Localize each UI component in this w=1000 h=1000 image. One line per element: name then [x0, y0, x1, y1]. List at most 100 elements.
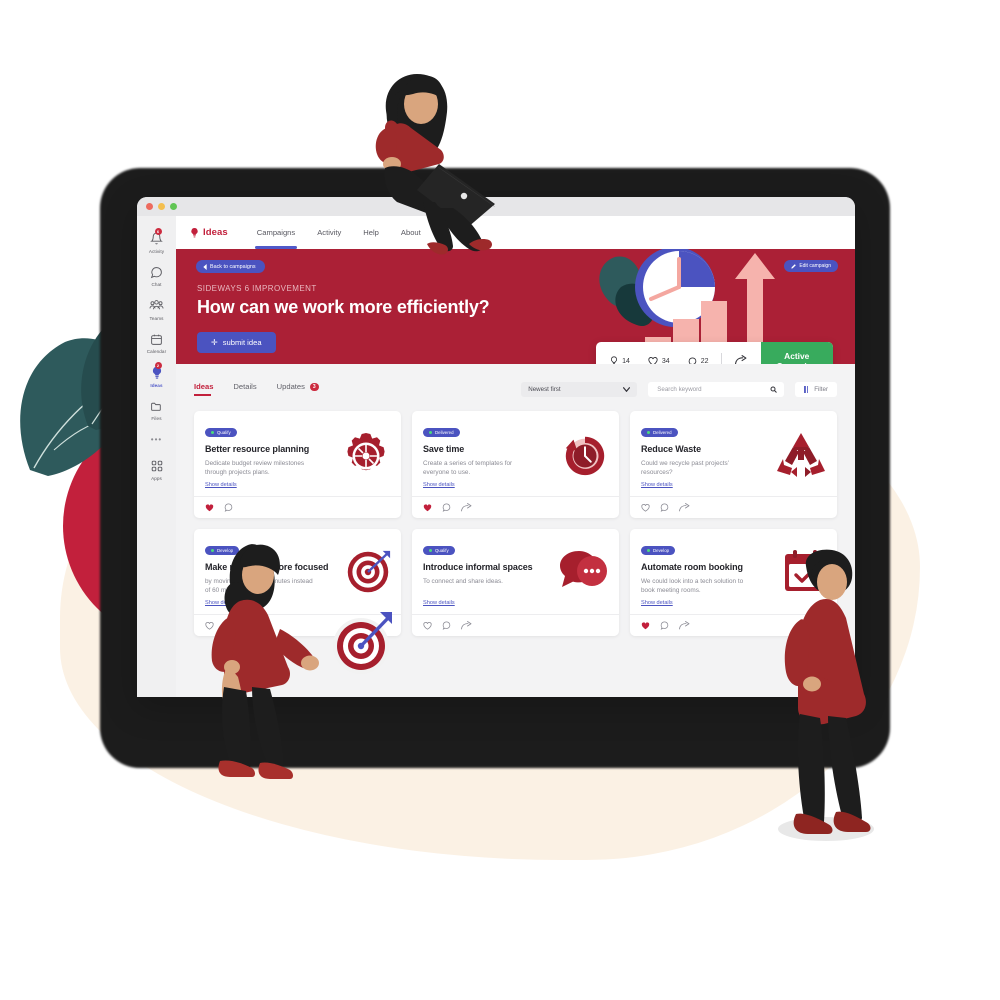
window-minimize-button[interactable]: [158, 203, 165, 210]
idea-card-body: Qualify Introduce informal spaces To con…: [412, 529, 619, 614]
campaign-stats-bar: 14 34 22 Active: [596, 342, 833, 364]
stat-likes[interactable]: 34: [639, 356, 679, 365]
show-details-link[interactable]: Show details: [423, 482, 455, 488]
sort-dropdown[interactable]: Newest first: [521, 381, 638, 397]
sidebar-item-apps[interactable]: Apps: [137, 452, 176, 486]
chat-icon: [149, 265, 165, 280]
chevron-down-icon: [623, 386, 631, 392]
idea-card-body: Delivered Save time Create a series of t…: [412, 411, 619, 496]
show-details-link[interactable]: Show details: [641, 600, 673, 606]
sidebar-badge-ideas: 2: [154, 362, 162, 369]
search-input[interactable]: [655, 384, 760, 394]
share-button[interactable]: [461, 621, 472, 630]
idea-card-body: Delivered Reduce Waste Could we recycle …: [630, 411, 837, 496]
show-details-link[interactable]: Show details: [205, 482, 237, 488]
sidebar-label-files: Files: [151, 416, 162, 421]
lightbulb-icon: 2: [149, 362, 165, 380]
window-close-button[interactable]: [146, 203, 153, 210]
share-button[interactable]: [679, 621, 690, 630]
like-button[interactable]: [641, 503, 650, 512]
comment-button[interactable]: [224, 503, 233, 512]
brand-logo[interactable]: Ideas: [190, 227, 228, 239]
like-button[interactable]: [423, 621, 432, 630]
sidebar-item-more[interactable]: •••: [137, 426, 176, 452]
clock-icon: [565, 436, 605, 476]
recycle-icon: [777, 433, 825, 477]
tab-details[interactable]: Details: [233, 382, 256, 396]
stat-comments[interactable]: 22: [679, 356, 718, 364]
stat-likes-value: 34: [661, 357, 670, 365]
sidebar-item-files[interactable]: Files: [137, 393, 176, 427]
idea-card-body: Qualify Better resource planning Dedicat…: [194, 411, 401, 496]
idea-description: Create a series of templates for everyon…: [423, 460, 513, 477]
status-badge: Qualify: [423, 546, 455, 555]
stat-ideas[interactable]: 14: [596, 356, 639, 364]
apps-icon: [149, 458, 165, 473]
status-dot-icon: [647, 431, 650, 434]
chevron-left-icon: [203, 263, 207, 270]
stats-divider: [720, 352, 722, 364]
share-campaign-button[interactable]: [725, 352, 761, 364]
idea-card-footer: [412, 496, 619, 518]
sidebar-item-activity[interactable]: 6 Activity: [137, 225, 176, 259]
nav-link-campaigns[interactable]: Campaigns: [246, 216, 306, 249]
sort-dropdown-value: Newest first: [528, 385, 561, 393]
back-to-campaigns-button[interactable]: Back to campaigns: [196, 260, 265, 273]
sidebar-label-chat: Chat: [151, 282, 162, 287]
idea-card[interactable]: Qualify Better resource planning Dedicat…: [194, 411, 401, 518]
edit-campaign-button[interactable]: Edit campaign: [784, 260, 838, 272]
like-button[interactable]: [423, 503, 432, 512]
status-badge-label: Develop: [653, 548, 670, 553]
teams-icon: [149, 298, 165, 313]
window-maximize-button[interactable]: [170, 203, 177, 210]
idea-card-footer: [412, 614, 619, 636]
illustration-woman-with-laptop: [375, 74, 495, 255]
tab-ideas[interactable]: Ideas: [194, 382, 213, 396]
share-button[interactable]: [679, 503, 690, 512]
bell-icon: 6: [149, 228, 165, 246]
show-details-link[interactable]: Show details: [423, 600, 455, 606]
comment-button[interactable]: [660, 503, 669, 512]
brand-name: Ideas: [203, 227, 228, 238]
campaign-status-badge[interactable]: Active Campaign: [760, 342, 833, 364]
sidebar-label-activity: Activity: [148, 248, 165, 254]
idea-description: Dedicate budget review milestones throug…: [205, 460, 305, 477]
status-badge-label: Qualify: [435, 548, 449, 553]
folder-icon: [149, 399, 165, 414]
app-sidebar: 6 Activity Chat Teams Calendar 2 Ideas F…: [137, 216, 176, 697]
campaign-status-line2: Campaign: [777, 361, 818, 364]
idea-card[interactable]: Delivered Save time Create a series of t…: [412, 411, 619, 518]
status-badge-label: Delivered: [653, 430, 672, 435]
edit-campaign-label: Edit campaign: [799, 263, 831, 269]
filter-button[interactable]: Filter: [795, 381, 837, 397]
sidebar-item-calendar[interactable]: Calendar: [137, 326, 176, 360]
lightbulb-icon: [611, 356, 618, 364]
sidebar-label-apps: Apps: [151, 475, 162, 481]
like-button[interactable]: [641, 621, 650, 630]
back-to-campaigns-label: Back to campaigns: [210, 263, 256, 270]
sidebar-item-chat[interactable]: Chat: [137, 259, 176, 293]
like-button[interactable]: [205, 503, 214, 512]
idea-description: Could we recycle past projects' resource…: [641, 460, 729, 477]
lightbulb-icon: [191, 227, 198, 237]
submit-idea-button[interactable]: ✛ submit idea: [197, 332, 276, 353]
comment-button[interactable]: [442, 503, 451, 512]
status-badge-label: Qualify: [217, 430, 231, 435]
gear-icon: [347, 433, 385, 471]
status-dot-icon: [429, 549, 432, 552]
share-button[interactable]: [461, 503, 472, 512]
tab-updates-badge: 3: [310, 382, 319, 392]
tab-details-label: Details: [233, 382, 257, 391]
sidebar-item-ideas[interactable]: 2 Ideas: [137, 359, 176, 393]
idea-description: To connect and share ideas.: [423, 578, 503, 585]
illustration-man-standing: [778, 549, 874, 841]
campaign-title: How can we work more efficiently?: [197, 297, 490, 317]
comment-button[interactable]: [442, 621, 451, 630]
tab-updates[interactable]: Updates 3: [277, 382, 319, 396]
show-details-link[interactable]: Show details: [641, 482, 673, 488]
idea-card[interactable]: Qualify Introduce informal spaces To con…: [412, 529, 619, 636]
sidebar-item-teams[interactable]: Teams: [137, 292, 176, 326]
comment-button[interactable]: [660, 621, 669, 630]
search-box[interactable]: [648, 381, 785, 397]
idea-card[interactable]: Delivered Reduce Waste Could we recycle …: [630, 411, 837, 518]
